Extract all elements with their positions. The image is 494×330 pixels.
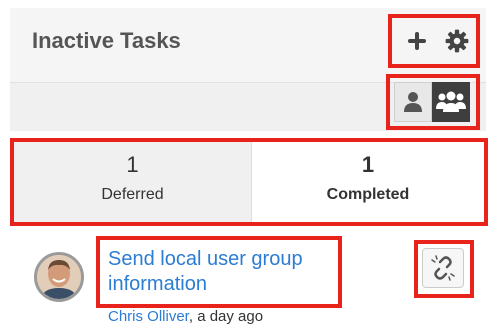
my-items-toggle[interactable] (394, 82, 432, 122)
avatar-photo (37, 255, 81, 299)
unlink-button[interactable] (422, 248, 464, 288)
tabs-highlight (10, 138, 488, 226)
unlink-icon (431, 255, 455, 281)
header-actions-highlight (388, 14, 480, 68)
users-icon (436, 91, 466, 112)
inactive-tasks-dashlet: Inactive Tasks 1 Deferred 1 Completed Se… (0, 0, 494, 330)
task-author-link[interactable]: Chris Olliver (108, 308, 189, 325)
user-icon (404, 92, 422, 112)
task-title-link[interactable]: Send local user group information (108, 247, 334, 297)
task-time: , a day ago (188, 308, 264, 325)
team-items-toggle[interactable] (432, 82, 470, 122)
dashlet-title: Inactive Tasks (32, 28, 181, 53)
gear-icon[interactable] (444, 28, 470, 54)
plus-icon[interactable] (406, 30, 428, 52)
avatar[interactable] (34, 252, 84, 302)
task-meta: Chris Olliver, a day ago (108, 308, 263, 325)
